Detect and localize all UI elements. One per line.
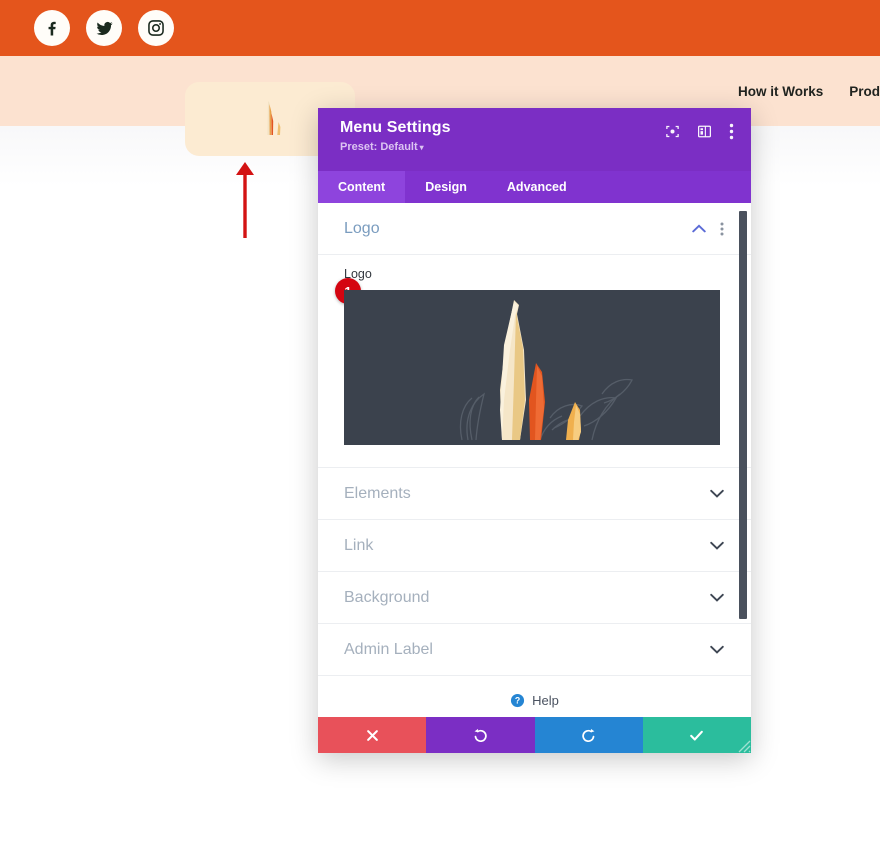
more-vertical-icon[interactable] bbox=[729, 123, 734, 140]
tab-content[interactable]: Content bbox=[318, 171, 406, 203]
section-title-link: Link bbox=[344, 536, 374, 554]
chevron-down-icon[interactable] bbox=[710, 489, 724, 498]
chevron-down-icon: ▾ bbox=[419, 143, 424, 152]
undo-icon bbox=[474, 728, 487, 742]
section-actions-logo bbox=[692, 222, 724, 236]
section-header-admin-label[interactable]: Admin Label bbox=[318, 624, 751, 676]
chevron-down-icon[interactable] bbox=[710, 593, 724, 602]
modal-header: Menu Settings Preset: Default ▾ bbox=[318, 108, 751, 171]
modal-footer bbox=[318, 717, 751, 753]
logo-section-body: Logo 1 bbox=[318, 255, 751, 468]
question-mark-icon: ? bbox=[511, 693, 525, 707]
carrots-logo-image bbox=[459, 300, 633, 441]
close-icon bbox=[366, 729, 378, 741]
section-title-background: Background bbox=[344, 588, 430, 606]
section-header-link[interactable]: Link bbox=[318, 520, 751, 572]
check-icon bbox=[690, 730, 704, 741]
section-header-background[interactable]: Background bbox=[318, 572, 751, 624]
cancel-button[interactable] bbox=[318, 717, 427, 753]
section-title-elements: Elements bbox=[344, 484, 411, 502]
undo-button[interactable] bbox=[426, 717, 535, 753]
section-header-logo[interactable]: Logo bbox=[318, 203, 751, 255]
logo-field-label: Logo bbox=[344, 267, 372, 281]
modal-title: Menu Settings bbox=[340, 119, 451, 136]
modal-header-actions bbox=[665, 123, 734, 140]
more-vertical-icon[interactable] bbox=[720, 222, 724, 236]
logo-image-preview[interactable] bbox=[344, 290, 720, 445]
header-nav: How it Works Prod bbox=[738, 56, 880, 126]
twitter-icon[interactable] bbox=[86, 10, 122, 46]
section-title-logo: Logo bbox=[344, 219, 380, 237]
carrots-logo-mini-icon bbox=[267, 101, 281, 135]
redo-button[interactable] bbox=[534, 717, 643, 753]
facebook-icon[interactable] bbox=[34, 10, 70, 46]
tab-advanced[interactable]: Advanced bbox=[487, 171, 587, 203]
logo-preview-wrapper: 1 bbox=[335, 278, 725, 445]
section-title-admin-label: Admin Label bbox=[344, 640, 433, 658]
focus-icon[interactable] bbox=[665, 124, 680, 139]
modal-scroll-area: Logo Logo 1 bbox=[318, 203, 751, 717]
help-label: Help bbox=[532, 692, 559, 708]
modal-tabs: Content Design Advanced bbox=[318, 171, 751, 203]
svg-text:?: ? bbox=[515, 695, 520, 705]
chevron-up-icon[interactable] bbox=[692, 224, 706, 233]
layout-panel-icon[interactable] bbox=[697, 124, 712, 139]
modal-preset-selector[interactable]: Preset: Default ▾ bbox=[340, 141, 451, 154]
nav-link-products[interactable]: Prod bbox=[849, 84, 880, 99]
annotation-arrow-up bbox=[236, 162, 254, 238]
chevron-down-icon[interactable] bbox=[710, 541, 724, 550]
modal-scrollbar-track[interactable] bbox=[739, 203, 749, 717]
social-bar bbox=[0, 0, 880, 56]
modal-header-text: Menu Settings Preset: Default ▾ bbox=[340, 118, 451, 154]
resize-handle[interactable] bbox=[734, 736, 751, 753]
help-row[interactable]: ? Help bbox=[318, 676, 751, 717]
instagram-icon[interactable] bbox=[138, 10, 174, 46]
tab-design[interactable]: Design bbox=[405, 171, 487, 203]
menu-settings-modal: Menu Settings Preset: Default ▾ Content … bbox=[318, 108, 751, 753]
nav-link-how-it-works[interactable]: How it Works bbox=[738, 84, 823, 99]
redo-icon bbox=[582, 728, 595, 742]
chevron-down-icon[interactable] bbox=[710, 645, 724, 654]
section-header-elements[interactable]: Elements bbox=[318, 468, 751, 520]
modal-scrollbar-thumb[interactable] bbox=[739, 211, 747, 619]
modal-preset-label: Preset: Default bbox=[340, 141, 418, 153]
